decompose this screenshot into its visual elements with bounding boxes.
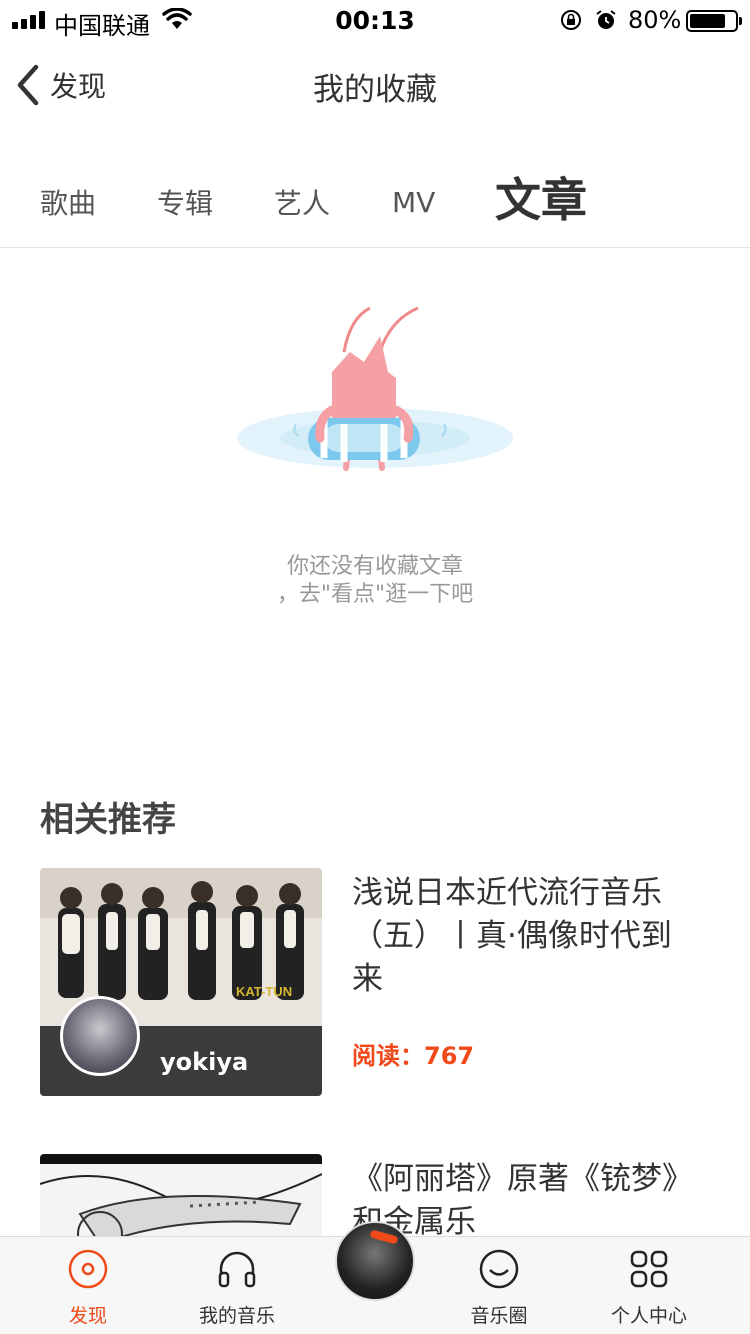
tab-profile[interactable]: 个人中心	[574, 1237, 724, 1334]
battery-level	[690, 14, 725, 28]
tab-mv[interactable]: MV	[392, 186, 435, 219]
tab-articles[interactable]: 文章	[495, 164, 587, 230]
svg-text:KAT-TUN: KAT-TUN	[236, 984, 292, 999]
reads-label: 阅读：	[352, 1042, 424, 1070]
grid-icon	[630, 1250, 668, 1288]
empty-message: 你还没有收藏文章	[286, 554, 463, 579]
article-reads: 阅读：767	[352, 1036, 474, 1071]
tab-my-music[interactable]: 我的音乐	[162, 1237, 312, 1334]
author-name: yokiya	[160, 1048, 249, 1076]
rotation-lock-icon	[561, 10, 581, 30]
bottom-tab-bar: 发现 我的音乐 音乐圈 个人中心	[0, 1221, 750, 1334]
page-title: 我的收藏	[313, 72, 437, 108]
tab-discover[interactable]: 发现	[13, 1237, 163, 1334]
status-bar: 中国联通 00:13 80%	[0, 0, 750, 40]
battery-icon	[686, 10, 742, 32]
tab-artists[interactable]: 艺人	[274, 182, 330, 222]
tab-label: 个人中心	[610, 1305, 687, 1327]
author-avatar[interactable]	[60, 996, 140, 1076]
tab-label: 我的音乐	[198, 1305, 275, 1327]
tab-songs[interactable]: 歌曲	[40, 182, 96, 222]
tab-albums[interactable]: 专辑	[157, 182, 213, 222]
article-cover: KAT-TUN yokiya	[40, 868, 322, 1096]
cover-manga	[40, 1154, 322, 1236]
section-title: 相关推荐	[40, 800, 176, 840]
article-title: 浅说日本近代流行音乐（五）丨真·偶像时代到来	[352, 875, 672, 997]
tab-label: 音乐圈	[470, 1305, 528, 1327]
category-tabs: 歌曲 专辑 艺人 MV 文章	[0, 150, 750, 248]
battery-percent: 80%	[628, 6, 682, 34]
tab-label: 发现	[68, 1305, 107, 1327]
article-card[interactable]: KAT-TUN yokiya 浅说日本近代流行音乐（五）丨真·偶像时代到来 阅读…	[40, 868, 710, 1096]
alarm-icon	[596, 10, 616, 29]
article-title: 《阿丽塔》原著《铳梦》和金属乐	[352, 1161, 693, 1236]
smile-icon	[479, 1249, 519, 1289]
headphones-icon	[218, 1251, 256, 1288]
tab-music-circle[interactable]: 音乐圈	[424, 1237, 574, 1334]
article-cover	[40, 1154, 322, 1236]
nav-bar: 发现 我的收藏	[0, 50, 750, 120]
empty-shrimp-illustration	[237, 306, 513, 471]
empty-hint: ，去"看点"逛一下吧	[276, 582, 474, 607]
reads-count: 767	[424, 1042, 475, 1070]
disc-icon	[68, 1249, 108, 1289]
